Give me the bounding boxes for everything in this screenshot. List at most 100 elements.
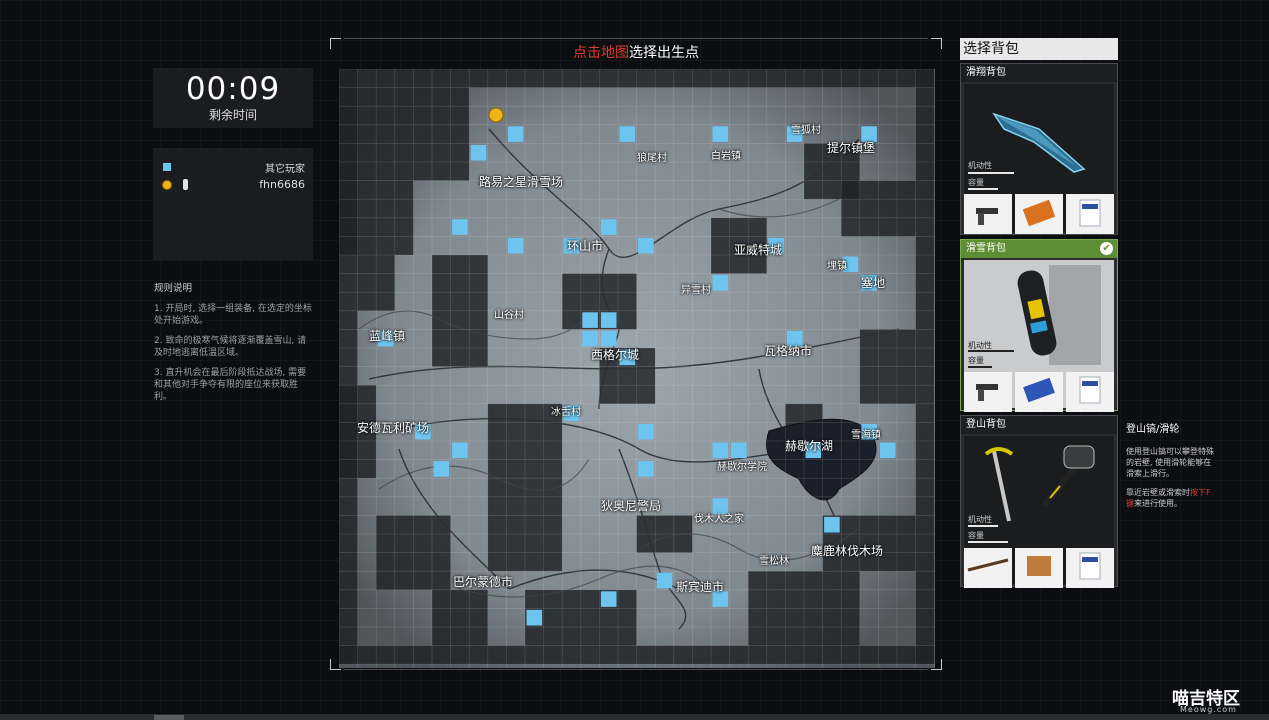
spawn-point-cell[interactable]	[452, 442, 468, 459]
microphone-icon	[183, 179, 188, 190]
backpack-name: 滑雪背包	[961, 240, 1117, 258]
selected-check-icon: ✔	[1100, 242, 1113, 255]
spawn-point-cell[interactable]	[507, 126, 524, 142]
ammo-crate-icon	[1015, 548, 1063, 588]
location-label: 赫歇尔学院	[717, 462, 767, 473]
backpack-name: 滑翔背包	[961, 64, 1117, 82]
spawn-point-cell[interactable]	[731, 442, 747, 459]
spawn-point-cell[interactable]	[470, 144, 487, 161]
capacity-label: 容量	[968, 531, 984, 540]
rule-item: 3. 直升机会在最后阶段抵达战场, 需要和其他对手争夺有限的座位来获取胜利。	[154, 368, 307, 402]
restricted-zone	[339, 87, 470, 181]
backpack-card-glider[interactable]: 滑翔背包 机动性 容量	[960, 63, 1118, 235]
legend-self-player: fhn6686	[161, 178, 305, 194]
spawn-point-cell[interactable]	[879, 442, 896, 459]
capacity-label: 容量	[968, 178, 984, 187]
spawn-point-cell[interactable]	[600, 219, 617, 235]
spawn-point-cell[interactable]	[712, 275, 729, 291]
item-detail-title: 登山镐/滑轮	[1126, 424, 1180, 435]
self-player-dot-icon	[162, 180, 172, 190]
location-label: 山谷村	[494, 310, 524, 321]
ammo-box-icon	[1015, 372, 1063, 412]
rules-panel: 规则说明 1. 开局时, 选择一组装备, 在选定的坐标处开始游戏。 2. 致命的…	[154, 283, 314, 411]
location-label: 斯宾迪市	[676, 580, 725, 594]
location-label: 白岩镇	[711, 151, 741, 162]
location-label: 瓦格纳市	[764, 344, 813, 358]
spawn-point-cell[interactable]	[507, 237, 524, 254]
spawn-point-cell[interactable]	[638, 423, 654, 440]
player-position-marker	[488, 107, 504, 123]
spawn-point-cell[interactable]	[638, 461, 654, 477]
watermark-url: Meowg.com	[1180, 705, 1237, 714]
spawn-map[interactable]: 路易之星滑雪场 狼尾村 白岩镇 雪狐村 提尔镇堡 环山市 亚威特城 埋镇 塞地 异雪村 山谷村 蓝峰镇…	[339, 69, 935, 668]
spawn-point-cell[interactable]	[656, 572, 673, 589]
rules-title: 规则说明	[154, 283, 193, 294]
spawn-point-cell[interactable]	[600, 591, 617, 607]
location-label: 冰舌村	[551, 407, 581, 418]
other-players-label: 其它玩家	[265, 164, 305, 175]
location-label: 雪狐村	[791, 125, 821, 136]
spawn-point-cell[interactable]	[712, 126, 729, 142]
mobility-bar	[968, 525, 998, 527]
backpack-preview: 机动性 容量	[964, 436, 1114, 588]
location-label: 伐木人之家	[694, 514, 744, 525]
capacity-bar	[968, 188, 998, 190]
loadout-items	[964, 194, 1114, 234]
backpack-card-snowboard[interactable]: 滑雪背包 ✔ 机动性 容量	[960, 239, 1118, 412]
location-label: 西格尔城	[591, 348, 640, 362]
location-label: 提尔镇堡	[827, 141, 876, 155]
spawn-point-cell[interactable]	[600, 312, 617, 328]
backpack-preview: 机动性 容量	[964, 84, 1114, 234]
location-label: 狄奥尼警局	[601, 499, 662, 513]
hint-text: 来进行使用。	[1134, 499, 1182, 508]
frame-line	[344, 669, 928, 670]
map-title-highlight: 点击地图	[573, 45, 629, 61]
location-label: 麋鹿林伐木场	[811, 544, 884, 558]
location-label: 安德瓦利矿场	[357, 421, 430, 435]
location-label: 亚威特城	[734, 243, 783, 257]
spawn-point-cell[interactable]	[526, 609, 543, 626]
location-label: 环山市	[567, 239, 604, 253]
spawn-point-cell[interactable]	[600, 330, 617, 347]
spawn-point-cell[interactable]	[433, 461, 450, 477]
spawn-point-cell[interactable]	[452, 219, 468, 235]
capacity-bar	[968, 541, 1008, 543]
supply-pack-icon	[1066, 548, 1114, 588]
spawn-point-cell[interactable]	[582, 312, 598, 328]
location-label: 塞地	[861, 276, 886, 290]
backpack-card-climbing[interactable]: 登山背包 机动性 容量	[960, 415, 1118, 588]
spawn-point-cell[interactable]	[712, 442, 729, 459]
backpack-section-title: 选择背包	[960, 38, 1118, 60]
pistol-icon	[964, 372, 1012, 412]
rule-item: 2. 致命的极寒气候将逐渐覆盖雪山, 请及时地逃离低温区域。	[154, 336, 307, 358]
map-title: 点击地图选择出生点	[330, 42, 942, 62]
spawn-point-cell[interactable]	[824, 516, 840, 533]
location-label: 狼尾村	[637, 153, 667, 164]
ammo-box-icon	[1015, 194, 1063, 234]
mobility-label: 机动性	[968, 161, 992, 170]
location-label: 异雪村	[681, 285, 711, 296]
legend-other-players: 其它玩家	[161, 160, 305, 176]
self-player-name: fhn6686	[259, 178, 305, 191]
spawn-point-cell[interactable]	[638, 237, 654, 254]
countdown-timer: 00:09	[185, 71, 281, 107]
hint-text: 靠近岩壁或滑索时	[1126, 488, 1190, 497]
rifle-icon	[964, 548, 1012, 588]
map-title-text: 选择出生点	[629, 45, 699, 61]
loadout-items	[964, 548, 1114, 588]
bottom-tab	[154, 715, 184, 720]
spawn-point-cell[interactable]	[582, 330, 598, 347]
backpack-preview: 机动性 容量	[964, 260, 1114, 412]
backpack-name: 登山背包	[961, 416, 1117, 434]
location-label: 雪松林	[759, 556, 789, 567]
location-label: 赫歇尔湖	[785, 439, 834, 453]
frame-line	[344, 38, 928, 39]
spawn-point-cell[interactable]	[619, 126, 636, 142]
other-player-square-icon	[163, 163, 171, 171]
supply-pack-icon	[1066, 194, 1114, 234]
mobility-bar	[968, 172, 1014, 174]
players-panel: 其它玩家 fhn6686	[153, 148, 313, 260]
mobility-label: 机动性	[968, 515, 992, 524]
location-label: 路易之星滑雪场	[479, 175, 564, 189]
bottom-bar	[0, 714, 1269, 720]
